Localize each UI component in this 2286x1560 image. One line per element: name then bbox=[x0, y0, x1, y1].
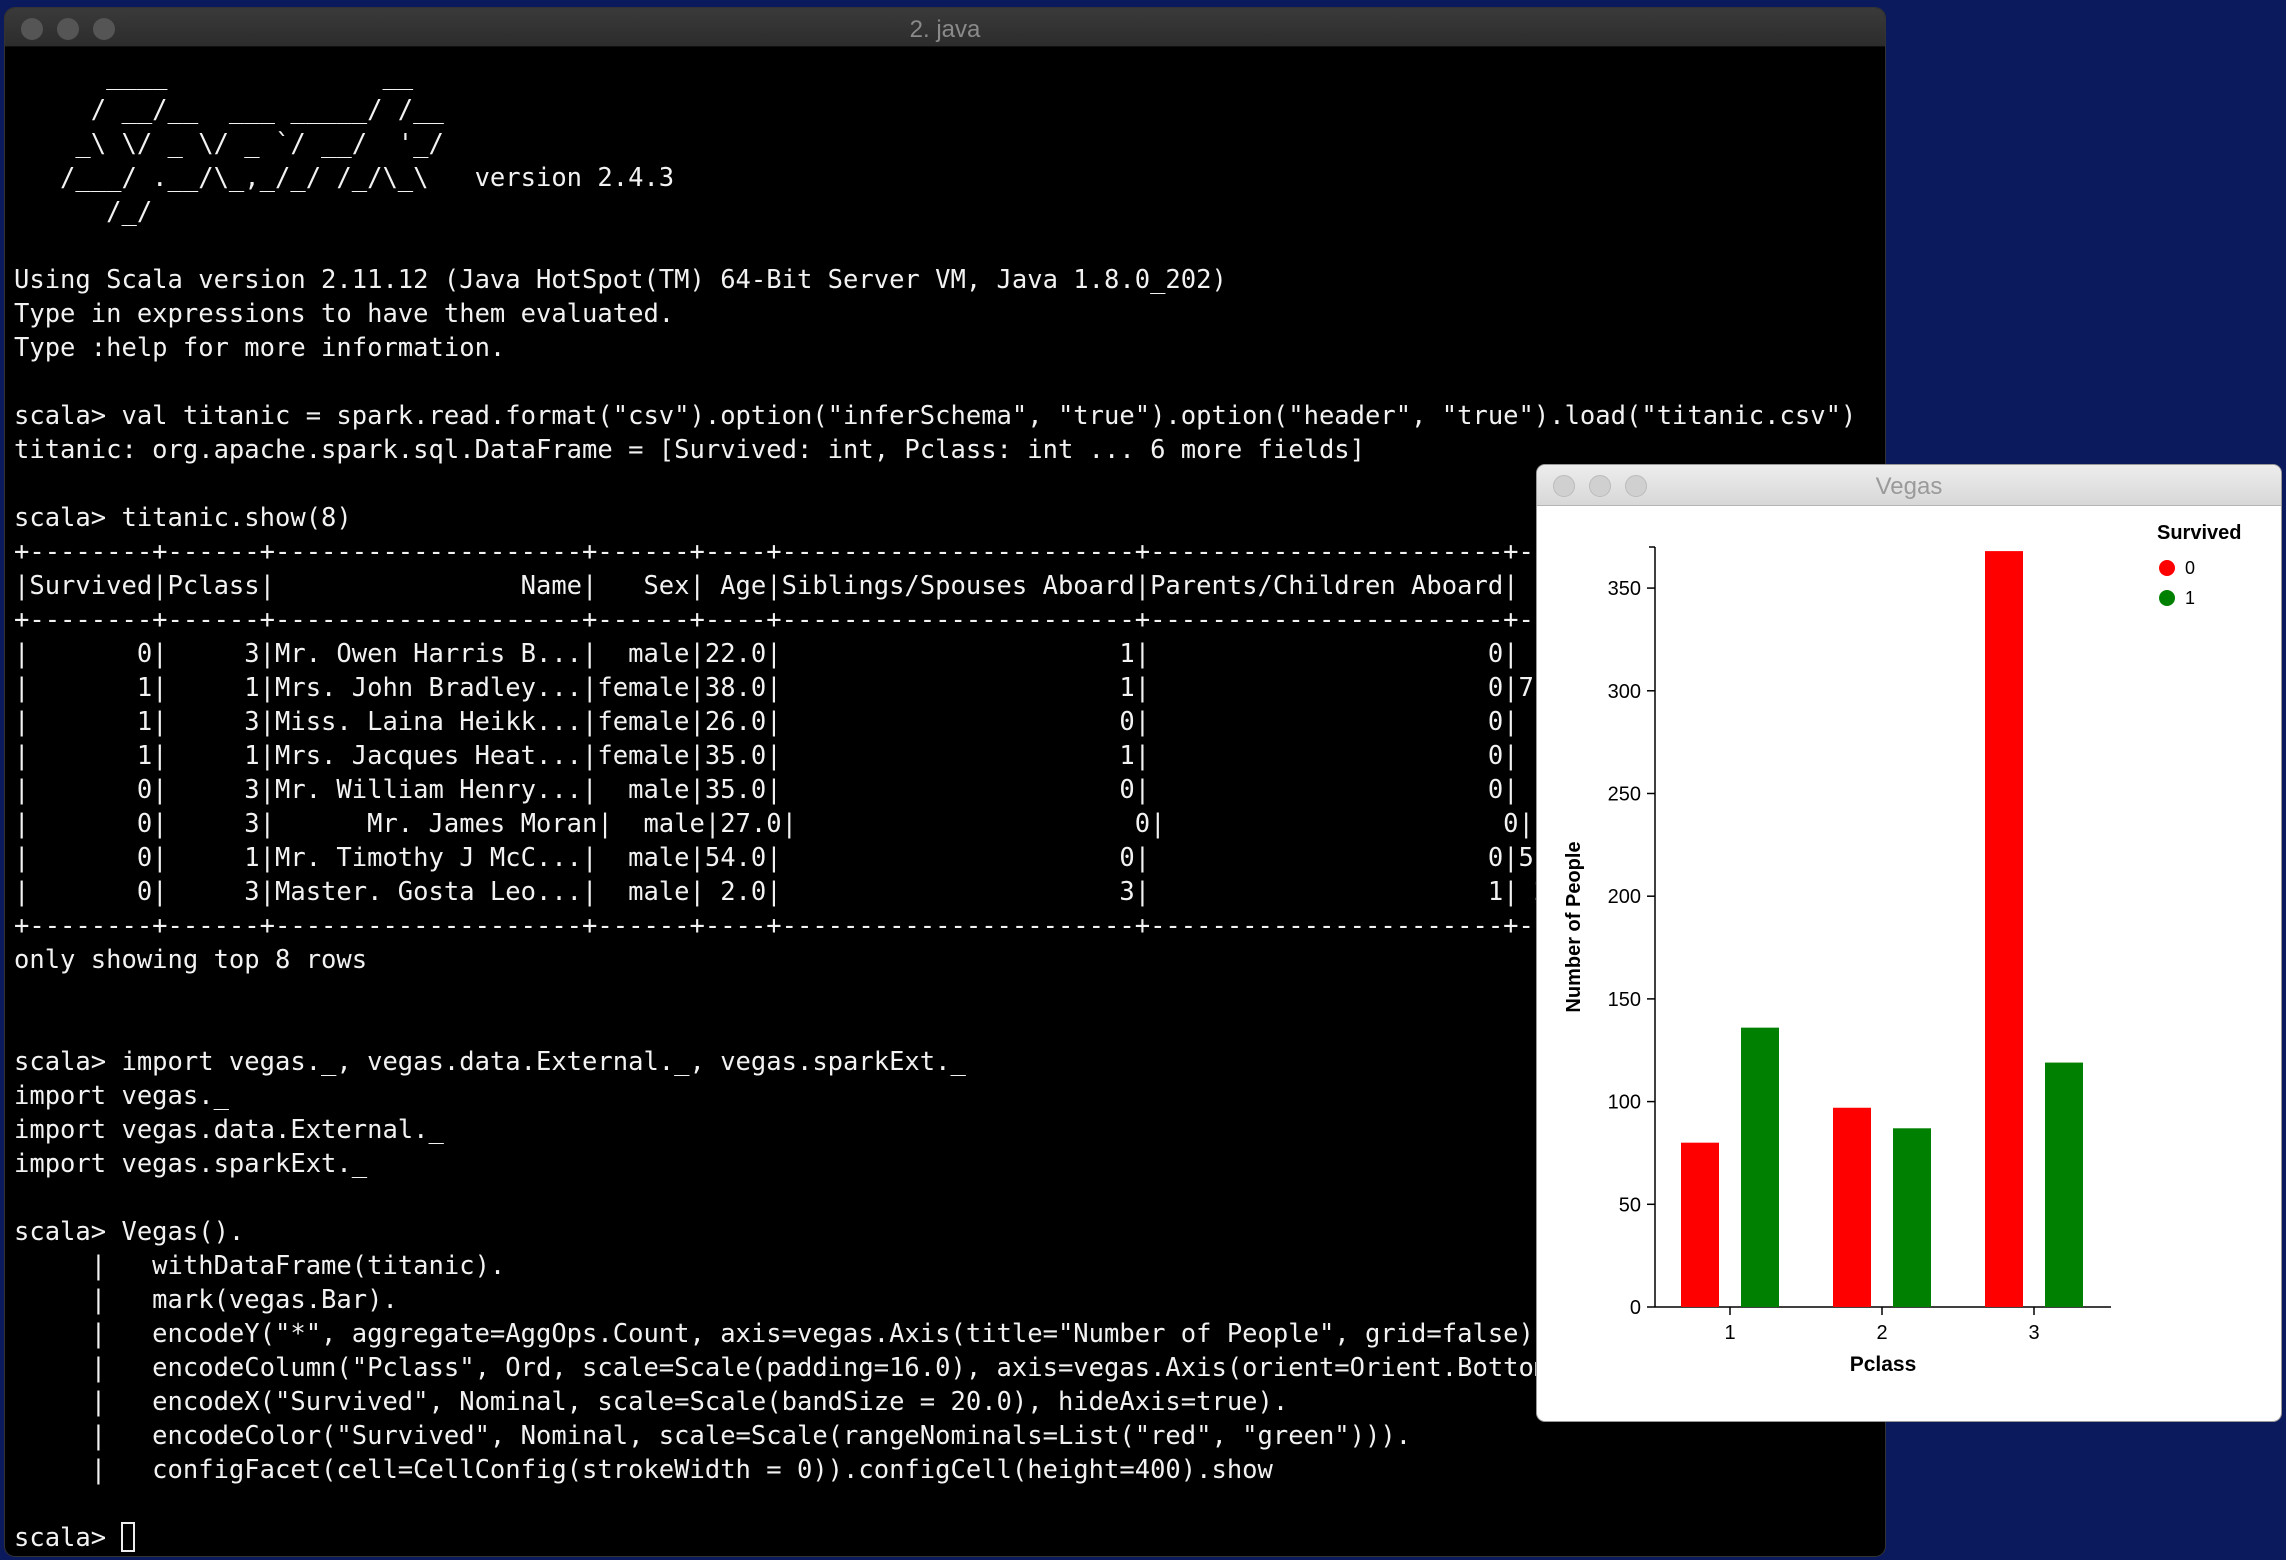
terminal-line: Type in expressions to have them evaluat… bbox=[14, 299, 675, 329]
bar bbox=[2045, 1062, 2083, 1307]
terminal-line: titanic: org.apache.spark.sql.DataFrame … bbox=[14, 435, 1366, 465]
terminal-line: import vegas.sparkExt._ bbox=[14, 1149, 368, 1179]
y-tick-label: 100 bbox=[1608, 1092, 1641, 1114]
terminal-line: | encodeX("Survived", Nominal, scale=Sca… bbox=[14, 1387, 1289, 1417]
terminal-line: | 1| 1|Mrs. Jacques Heat...|female|35.0|… bbox=[14, 741, 1642, 771]
terminal-line: | 0| 3|Mr. William Henry...| male|35.0| … bbox=[14, 775, 1642, 805]
terminal-line: | withDataFrame(titanic). bbox=[14, 1251, 506, 1281]
x-tick-label: 2 bbox=[1876, 1322, 1887, 1344]
terminal-titlebar[interactable]: 2. java bbox=[5, 8, 1885, 47]
terminal-line: | 0| 3| Mr. James Moran| male|27.0| 0| 0… bbox=[14, 809, 1657, 839]
terminal-line: Using Scala version 2.11.12 (Java HotSpo… bbox=[14, 265, 1227, 295]
prompt: scala> bbox=[14, 1523, 122, 1553]
vegas-window[interactable]: Vegas 0 50 100 150 200 250 300 350 Number of Peo… bbox=[1537, 465, 2281, 1421]
legend-label: 0 bbox=[2185, 558, 2195, 578]
terminal-line: | 0| 3|Mr. Owen Harris B...| male|22.0| … bbox=[14, 639, 1642, 669]
terminal-line: | encodeColor("Survived", Nominal, scale… bbox=[14, 1421, 1412, 1451]
terminal-line: Type :help for more information. bbox=[14, 333, 506, 363]
terminal-line: /___/ .__/\_,_/_/ /_/\_\ version 2.4.3 bbox=[14, 163, 675, 193]
terminal-line: | 0| 1|Mr. Timothy J McC...| male|54.0| … bbox=[14, 843, 1642, 873]
bar-chart: 0 50 100 150 200 250 300 350 Number of People 1 2 3… bbox=[1563, 522, 2241, 1376]
legend-label: 1 bbox=[2185, 588, 2195, 608]
terminal-line: +--------+------+--------------------+--… bbox=[14, 605, 1642, 635]
bar bbox=[1985, 551, 2023, 1307]
bar bbox=[1833, 1107, 1871, 1307]
terminal-line: | 1| 1|Mrs. John Bradley...|female|38.0|… bbox=[14, 673, 1642, 703]
vegas-titlebar[interactable]: Vegas bbox=[1537, 465, 2281, 506]
terminal-line: import vegas.data.External._ bbox=[14, 1115, 444, 1145]
terminal-title: 2. java bbox=[909, 16, 981, 43]
terminal-line: / __/__ ___ _____/ /__ bbox=[14, 95, 444, 125]
terminal-line: scala> titanic.show(8) bbox=[14, 503, 352, 533]
terminal-line: scala> import vegas._, vegas.data.Extern… bbox=[14, 1047, 966, 1077]
terminal-line: | encodeY("*", aggregate=AggOps.Count, a… bbox=[14, 1319, 1565, 1349]
terminal-line: | 1| 3|Miss. Laina Heikk...|female|26.0|… bbox=[14, 707, 1642, 737]
y-tick-label: 300 bbox=[1608, 681, 1641, 703]
y-tick-label: 0 bbox=[1630, 1297, 1641, 1319]
legend-swatch bbox=[2159, 590, 2175, 606]
y-tick-label: 50 bbox=[1619, 1194, 1641, 1216]
legend-title: Survived bbox=[2157, 522, 2241, 544]
terminal-line: +--------+------+--------------------+--… bbox=[14, 911, 1642, 941]
terminal-line: | mark(vegas.Bar). bbox=[14, 1285, 398, 1315]
y-tick-label: 200 bbox=[1608, 886, 1641, 908]
terminal-line: | configFacet(cell=CellConfig(strokeWidt… bbox=[14, 1455, 1273, 1485]
legend-swatch bbox=[2159, 560, 2175, 576]
terminal-line: import vegas._ bbox=[14, 1081, 229, 1111]
y-axis-title: Number of People bbox=[1563, 841, 1585, 1012]
terminal-line: only showing top 8 rows bbox=[14, 945, 368, 975]
y-tick-label: 250 bbox=[1608, 783, 1641, 805]
bar bbox=[1893, 1128, 1931, 1307]
x-tick-label: 1 bbox=[1724, 1322, 1735, 1344]
terminal-line: +--------+------+--------------------+--… bbox=[14, 537, 1642, 567]
terminal-line: scala> Vegas(). bbox=[14, 1217, 245, 1247]
bar bbox=[1681, 1142, 1719, 1307]
x-axis-title: Pclass bbox=[1850, 1353, 1917, 1376]
text-cursor[interactable] bbox=[121, 1522, 136, 1552]
terminal-line: |Survived|Pclass| Name| Sex| Age|Sibling… bbox=[14, 571, 1642, 601]
terminal-line: | 0| 3|Master. Gosta Leo...| male| 2.0| … bbox=[14, 877, 1642, 907]
terminal-line: /_/ bbox=[14, 197, 153, 227]
terminal-line: ____ __ bbox=[14, 61, 414, 91]
x-tick-label: 3 bbox=[2028, 1322, 2039, 1344]
vegas-title: Vegas bbox=[1875, 473, 1943, 500]
terminal-line: _\ \/ _ \/ _ `/ __/ '_/ bbox=[14, 129, 444, 159]
terminal-line: scala> val titanic = spark.read.format("… bbox=[14, 401, 1857, 431]
y-tick-label: 350 bbox=[1608, 578, 1641, 600]
bar bbox=[1741, 1027, 1779, 1307]
y-tick-label: 150 bbox=[1608, 989, 1641, 1011]
